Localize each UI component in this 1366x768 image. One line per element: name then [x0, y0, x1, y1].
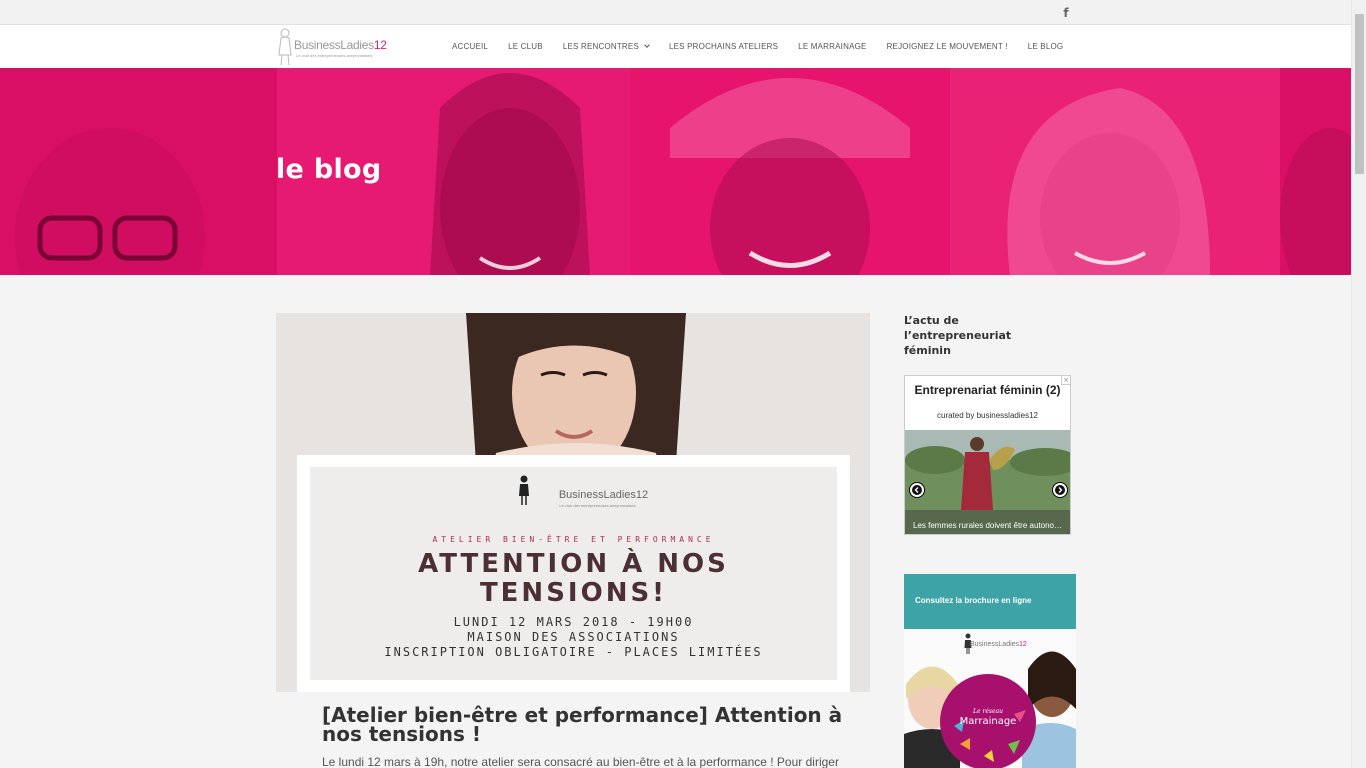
- page-title: le blog: [276, 154, 382, 185]
- brochure-banner-link[interactable]: Consultez la brochure en ligne BusinessL…: [904, 574, 1076, 768]
- logo-brand-number: 12: [373, 38, 387, 52]
- nav-item-accueil[interactable]: Accueil: [452, 42, 488, 51]
- poster-registration: INSCRIPTION OBLIGATOIRE - PLACES LIMITÉE…: [384, 645, 763, 659]
- site-logo[interactable]: BusinessLadies12 Le club des entrepreneu…: [276, 27, 394, 67]
- poster-kicker: ATELIER BIEN-ÊTRE ET PERFORMANCE: [432, 535, 715, 544]
- nav-item-le-club[interactable]: Le Club: [508, 42, 543, 51]
- poster-brand: BusinessLadies12: [558, 489, 649, 501]
- poster-brand-sub: Le club des entrepreneuses aveyronnaises: [559, 503, 636, 508]
- post-title[interactable]: [Atelier bien-être et performance] Atten…: [322, 705, 862, 744]
- scoop-caption: Les femmes rurales doivent être autonome…: [913, 521, 1063, 530]
- slide-next-button[interactable]: [1052, 482, 1068, 498]
- scoop-slide-image[interactable]: Les femmes rurales doivent être autonome…: [905, 430, 1070, 534]
- brochure-banner-text: Consultez la brochure en ligne: [915, 596, 1032, 605]
- logo-woman-silhouette-icon: [278, 28, 292, 66]
- poster-date: LUNDI 12 MARS 2018 - 19H00: [453, 615, 694, 629]
- poster-title-line2: TENSIONS!: [479, 578, 668, 608]
- chevron-down-icon: [644, 42, 650, 48]
- post-excerpt: Le lundi 12 mars à 19h, notre atelier se…: [322, 755, 839, 768]
- nav-item-les-rencontres[interactable]: Les rencontres: [563, 42, 650, 51]
- nav-item-prochains-ateliers[interactable]: Les prochains ateliers: [669, 42, 778, 51]
- site-header: BusinessLadies12 Le club des entrepreneu…: [0, 25, 1351, 68]
- scoop-slide-photo: [905, 430, 1070, 534]
- nav-item-le-blog[interactable]: Le blog: [1028, 42, 1064, 51]
- chevron-right-icon: [1055, 485, 1065, 495]
- nav-item-marrainage[interactable]: Le marrainage: [798, 42, 866, 51]
- scrollbar-thumb[interactable]: [1355, 14, 1364, 174]
- page: f BusinessLadies12 Le club des entrepren…: [0, 0, 1366, 768]
- scoopit-widget: × Entreprenariat féminin (2) curated by …: [904, 375, 1071, 535]
- hero-banner: le blog: [0, 68, 1351, 275]
- slide-prev-button[interactable]: [909, 482, 925, 498]
- brochure-banner: Consultez la brochure en ligne: [904, 574, 1076, 629]
- main-nav: Accueil Le Club Les rencontres Les proch…: [452, 25, 1063, 68]
- scoop-title[interactable]: Entreprenariat féminin (2): [905, 383, 1070, 397]
- event-poster-inner: BusinessLadies12 Le club des entrepreneu…: [310, 467, 837, 680]
- poster-title-line1: ATTENTION À NOS: [418, 549, 729, 579]
- nav-item-rejoignez[interactable]: Rejoignez le mouvement !: [887, 42, 1008, 51]
- logo-tagline: Le club des entrepreneuses aveyronnaises: [296, 53, 373, 58]
- event-poster: BusinessLadies12 Le club des entrepreneu…: [297, 455, 850, 692]
- page-scrollbar[interactable]: [1351, 0, 1366, 768]
- brochure-logo: BusinessLadies12: [970, 641, 1027, 648]
- scoop-curated-by: curated by businessladies12: [937, 411, 1038, 420]
- hero-background-photo: [0, 68, 1351, 275]
- sidebar-widget-title: L’actu de l’entrepreneuriat féminin: [904, 314, 1012, 357]
- brochure-marrainage-circle: Le réseau Marrainage: [940, 674, 1036, 768]
- brochure-cover: BusinessLadies12 Le réseau Marrainage: [904, 629, 1076, 768]
- brochure-logo-number: 12: [1019, 641, 1027, 648]
- facebook-icon[interactable]: f: [1060, 6, 1072, 20]
- post-featured-image[interactable]: BusinessLadies12 Le club des entrepreneu…: [276, 313, 870, 692]
- poster-venue: MAISON DES ASSOCIATIONS: [467, 630, 680, 644]
- top-bar: f: [0, 0, 1351, 25]
- logo-brand: BusinessLadies12: [294, 38, 387, 52]
- chevron-left-icon: [912, 485, 922, 495]
- brochure-circle-subtitle: Le réseau: [973, 708, 1003, 715]
- brochure-circle-title: Marrainage: [959, 716, 1017, 727]
